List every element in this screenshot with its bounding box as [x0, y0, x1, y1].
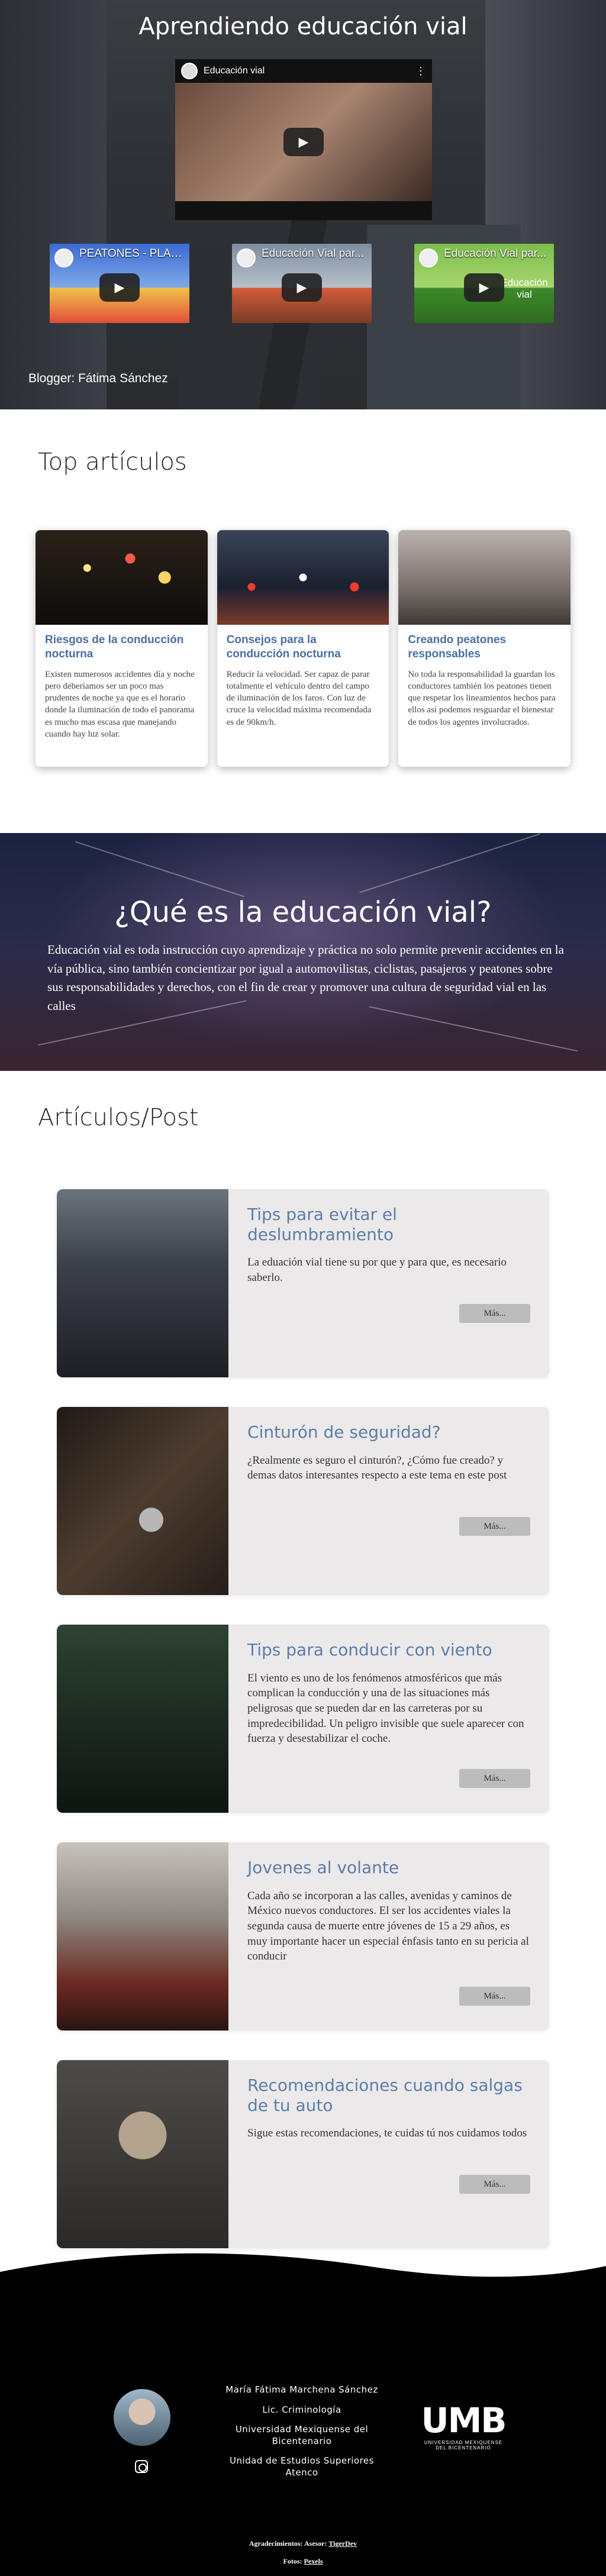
page-title: Aprendiendo educación vial [138, 13, 468, 40]
post-image[interactable] [57, 1842, 228, 2031]
more-button[interactable]: Más... [459, 1769, 530, 1788]
article-image[interactable] [217, 530, 389, 625]
video-title: Educación Vial par... [444, 247, 546, 260]
post-card: Recomendaciones cuando salgas de tu auto… [57, 2060, 549, 2248]
video-header: Educación vial ⋮ [175, 59, 432, 83]
post-excerpt: El viento es uno de los fenómenos atmosf… [247, 1671, 524, 1745]
posts-heading: Artículos/Post [38, 1104, 199, 1131]
top-article-card[interactable]: Creando peatones responsables No toda la… [398, 530, 571, 767]
post-title[interactable]: Tips para conducir con viento [247, 1640, 530, 1660]
umb-logo-subtitle: UNIVERSIDAD MEXIQUENSE DEL BICENTENARIO [424, 2440, 503, 2451]
post-image[interactable] [57, 1625, 228, 1813]
article-image[interactable] [398, 530, 571, 625]
photos-credit-line: Fotos: Pexels [0, 2557, 606, 2566]
post-excerpt: La eduación vial tiene su por que y para… [247, 1256, 507, 1284]
channel-avatar [237, 248, 256, 267]
play-icon[interactable]: ▶ [282, 273, 322, 302]
video-card-educacion-vial-2[interactable]: Educación Vial par... Educación vial ▶ [414, 244, 554, 323]
credits-prefix: Agradecimientos: Asesor: [249, 2539, 327, 2548]
author-degree: Lic. Criminología [262, 2404, 341, 2415]
hero-banner: Aprendiendo educación vial Educación via… [0, 0, 606, 409]
play-icon[interactable]: ▶ [464, 273, 504, 302]
main-video-player[interactable]: Educación vial ⋮ ▶ [175, 59, 432, 220]
article-excerpt: Existen numerosos accidentes día y noche… [45, 669, 195, 739]
article-title[interactable]: Creando peatones responsables [398, 625, 570, 665]
video-card-educacion-vial-1[interactable]: Educación Vial par... ▶ [232, 244, 372, 323]
post-excerpt: ¿Realmente es seguro el cinturón?, ¿Cómo… [247, 1454, 507, 1482]
advisor-link[interactable]: TigerDev [328, 2539, 357, 2548]
author-unit: Unidad de Estudios Superiores Atenco [230, 2455, 374, 2478]
post-title[interactable]: Jovenes al volante [247, 1858, 530, 1878]
top-article-card[interactable]: Consejos para la conducción nocturna Red… [217, 530, 389, 767]
footer-wave [0, 2253, 606, 2301]
article-title[interactable]: Consejos para la conducción nocturna [217, 625, 389, 665]
video-title[interactable]: Educación vial [204, 66, 265, 76]
hero-background-building [0, 0, 107, 409]
post-card: Tips para evitar el deslumbramiento La e… [57, 1189, 549, 1377]
article-title[interactable]: Riesgos de la conducción nocturna [36, 625, 208, 665]
post-excerpt: Sigue estas recomendaciones, te cuidas t… [247, 2127, 527, 2140]
more-options-icon[interactable]: ⋮ [415, 65, 426, 78]
post-card: Jovenes al volante Cada año se incorpora… [57, 1842, 549, 2031]
author-university: Universidad Mexiquense del Bicentenario [235, 2424, 369, 2446]
top-articles-list: Riesgos de la conducción nocturna Existe… [36, 530, 571, 767]
post-title[interactable]: Recomendaciones cuando salgas de tu auto [247, 2075, 530, 2115]
umb-logo: UMB UNIVERSIDAD MEXIQUENSE DEL BICENTENA… [419, 2403, 508, 2451]
what-is-text: Educación vial es toda instrucción cuyo … [47, 942, 564, 1013]
instagram-icon[interactable] [135, 2460, 148, 2473]
play-icon[interactable]: ▶ [283, 128, 324, 156]
pexels-link[interactable]: Pexels [304, 2557, 323, 2565]
post-card: Tips para conducir con viento El viento … [57, 1625, 549, 1813]
what-is-section: ¿Qué es la educación vial? Educación via… [0, 833, 606, 1071]
what-is-title: ¿Qué es la educación vial? [114, 896, 492, 929]
author-info: María Fátima Marchena Sánchez Lic. Crimi… [225, 2384, 379, 2487]
more-button[interactable]: Más... [459, 2175, 530, 2194]
more-button[interactable]: Más... [459, 1517, 530, 1536]
post-image[interactable] [57, 1189, 228, 1377]
video-title: Educación Vial par... [262, 247, 364, 260]
post-excerpt: Cada año se incorporan a las calles, ave… [247, 1889, 529, 1963]
channel-avatar[interactable] [181, 63, 198, 79]
author-name: María Fátima Marchena Sánchez [225, 2384, 378, 2395]
photos-prefix: Fotos: [283, 2557, 302, 2565]
light-streak [75, 841, 244, 898]
channel-avatar [54, 248, 73, 267]
video-card-peatones[interactable]: PEATONES - PLAN... ▶ [50, 244, 189, 323]
more-button[interactable]: Más... [459, 1987, 530, 2006]
video-title: PEATONES - PLAN... [79, 247, 185, 260]
post-image[interactable] [57, 1407, 228, 1595]
channel-avatar [419, 248, 438, 267]
footer: María Fátima Marchena Sánchez Lic. Crimi… [0, 2253, 606, 2576]
article-image[interactable] [36, 530, 208, 625]
top-article-card[interactable]: Riesgos de la conducción nocturna Existe… [36, 530, 208, 767]
umb-logo-letters: UMB [421, 2400, 507, 2441]
post-image[interactable] [57, 2060, 228, 2248]
play-icon[interactable]: ▶ [99, 273, 140, 302]
post-title[interactable]: Tips para evitar el deslumbramiento [247, 1205, 530, 1244]
post-card: Cinturón de seguridad? ¿Realmente es seg… [57, 1407, 549, 1595]
video-overlay-text: Educación vial [501, 277, 548, 301]
article-excerpt: No toda la responsabilidad la guardan lo… [408, 669, 556, 727]
more-button[interactable]: Más... [459, 1304, 530, 1323]
top-articles-heading: Top artículos [38, 448, 187, 476]
credits-line: Agradecimientos: Asesor: TigerDev [0, 2539, 606, 2548]
light-streak [359, 833, 540, 893]
post-title[interactable]: Cinturón de seguridad? [247, 1422, 530, 1442]
blogger-credit: Blogger: Fátima Sánchez [28, 372, 168, 385]
author-avatar [114, 2389, 170, 2446]
article-excerpt: Reducir la velocidad. Ser capaz de parar… [226, 669, 372, 727]
